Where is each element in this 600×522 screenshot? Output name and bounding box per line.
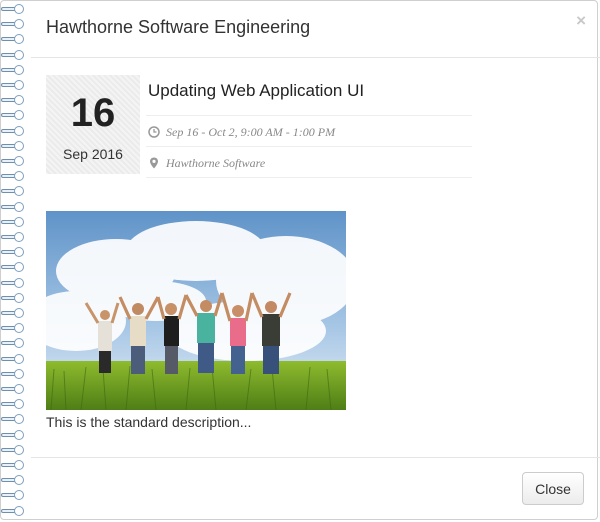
map-marker-icon [148, 157, 160, 169]
event-title: Updating Web Application UI [148, 81, 365, 100]
close-button[interactable]: Close [522, 472, 584, 505]
spiral-ring [0, 445, 30, 457]
spiral-ring [0, 384, 30, 396]
spiral-ring [0, 506, 30, 518]
close-icon[interactable]: × [576, 11, 586, 31]
spiral-ring [0, 490, 30, 502]
spiral-ring [0, 308, 30, 320]
spiral-ring [0, 399, 30, 411]
spiral-ring [0, 171, 30, 183]
spiral-ring [0, 323, 30, 335]
event-description: This is the standard description... [46, 414, 252, 430]
spiral-ring [0, 95, 30, 107]
spiral-ring [0, 460, 30, 472]
spiral-ring [0, 354, 30, 366]
spiral-ring [0, 430, 30, 442]
footer-divider [31, 457, 600, 458]
event-day: 16 [70, 91, 116, 135]
event-time: Sep 16 - Oct 2, 9:00 AM - 1:00 PM [166, 125, 336, 139]
spiral-ring [0, 126, 30, 138]
spiral-ring [0, 338, 30, 350]
divider [146, 177, 472, 178]
spiral-binding [0, 0, 32, 522]
modal-title: Hawthorne Software Engineering [46, 17, 311, 37]
event-location-row: Hawthorne Software [148, 156, 265, 171]
event-date-box: 16 Sep 2016 [46, 75, 140, 174]
spiral-ring [0, 202, 30, 214]
spiral-ring [0, 293, 30, 305]
spiral-ring [0, 110, 30, 122]
event-month-year: Sep 2016 [63, 146, 123, 162]
spiral-ring [0, 278, 30, 290]
spiral-ring [0, 65, 30, 77]
spiral-ring [0, 19, 30, 31]
event-photo [46, 211, 346, 410]
clock-icon [148, 126, 160, 138]
spiral-ring [0, 4, 30, 16]
spiral-ring [0, 141, 30, 153]
spiral-ring [0, 80, 30, 92]
spiral-ring [0, 247, 30, 259]
spiral-ring [0, 217, 30, 229]
divider [146, 115, 472, 116]
spiral-ring [0, 369, 30, 381]
spiral-ring [0, 156, 30, 168]
spiral-ring [0, 186, 30, 198]
spiral-ring [0, 475, 30, 487]
event-location: Hawthorne Software [166, 156, 266, 170]
event-time-row: Sep 16 - Oct 2, 9:00 AM - 1:00 PM [148, 125, 335, 140]
modal-header: Hawthorne Software Engineering × [31, 0, 600, 58]
spiral-ring [0, 34, 30, 46]
spiral-ring [0, 262, 30, 274]
divider [146, 146, 472, 147]
spiral-ring [0, 414, 30, 426]
spiral-ring [0, 232, 30, 244]
spiral-ring [0, 50, 30, 62]
